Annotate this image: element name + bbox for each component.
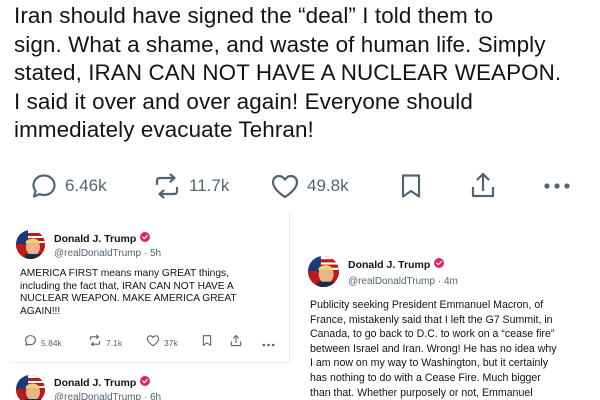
verified-badge-icon — [434, 258, 445, 271]
like-count: 49.8k — [307, 176, 349, 195]
post-time[interactable]: 6h — [150, 392, 161, 400]
verified-badge-icon — [140, 376, 151, 389]
post-actions: 5.84k 7.1k 37k — [10, 332, 289, 354]
author-row: Donald J. Trump — [348, 258, 445, 271]
author-name[interactable]: Donald J. Trump — [348, 259, 430, 271]
post-text: Publicity seeking President Emmanuel Mac… — [310, 299, 557, 399]
more-icon — [543, 182, 573, 190]
more-icon — [262, 334, 276, 352]
like-icon — [146, 334, 160, 352]
post-time[interactable]: 5h — [150, 248, 161, 259]
embedded-post-card[interactable]: Donald J. Trump @realDonaldTrump · 4m Pu… — [298, 238, 600, 400]
reply-count: 5.84k — [41, 338, 62, 348]
author-handle-row: @realDonaldTrump · 5h — [54, 248, 161, 259]
author-row: Donald J. Trump — [54, 376, 151, 389]
reply-icon — [30, 172, 58, 200]
post-text: AMERICA FIRST means many GREAT things, i… — [20, 268, 237, 317]
reply-button[interactable]: 5.84k — [24, 332, 62, 354]
author-name[interactable]: Donald J. Trump — [54, 377, 136, 389]
like-button[interactable]: 37k — [146, 332, 178, 354]
author-name[interactable]: Donald J. Trump — [54, 233, 136, 245]
author-handle[interactable]: @realDonaldTrump — [348, 276, 435, 287]
avatar[interactable] — [16, 375, 45, 400]
share-button[interactable] — [470, 168, 496, 204]
bookmark-button[interactable] — [202, 332, 212, 354]
like-button[interactable]: 49.8k — [270, 168, 349, 204]
repost-icon — [152, 172, 182, 200]
share-button[interactable] — [230, 332, 242, 354]
author-handle[interactable]: @realDonaldTrump — [54, 248, 141, 259]
reply-button[interactable]: 6.46k — [30, 168, 107, 204]
repost-button[interactable]: 11.7k — [152, 168, 229, 204]
share-icon — [470, 171, 496, 201]
main-post-actions: 6.46k 11.7k 49.8k — [0, 168, 600, 204]
embedded-post-card[interactable]: Donald J. Trump @realDonaldTrump · 6h — [10, 362, 290, 400]
repost-icon — [88, 334, 102, 352]
author-handle-row: @realDonaldTrump · 4m — [348, 276, 458, 287]
reply-icon — [24, 334, 37, 352]
like-count: 37k — [164, 338, 178, 348]
verified-badge-icon — [140, 232, 151, 245]
reply-count: 6.46k — [65, 176, 107, 195]
share-icon — [230, 334, 242, 353]
avatar[interactable] — [16, 230, 45, 259]
main-post-text: Iran should have signed the “deal” I tol… — [14, 3, 562, 143]
repost-count: 11.7k — [189, 176, 230, 195]
bookmark-button[interactable] — [400, 168, 422, 204]
embedded-post-card[interactable]: Donald J. Trump @realDonaldTrump · 5h AM… — [10, 212, 290, 362]
author-handle[interactable]: @realDonaldTrump — [54, 392, 141, 400]
repost-count: 7.1k — [106, 338, 123, 348]
bookmark-icon — [202, 334, 212, 352]
more-button[interactable] — [262, 332, 276, 354]
post-time[interactable]: 4m — [444, 276, 458, 287]
repost-button[interactable]: 7.1k — [88, 332, 122, 354]
more-button[interactable] — [543, 168, 573, 204]
avatar[interactable] — [308, 256, 339, 287]
bookmark-icon — [400, 172, 422, 200]
like-icon — [270, 172, 300, 200]
author-row: Donald J. Trump — [54, 232, 151, 245]
author-handle-row: @realDonaldTrump · 6h — [54, 392, 161, 400]
